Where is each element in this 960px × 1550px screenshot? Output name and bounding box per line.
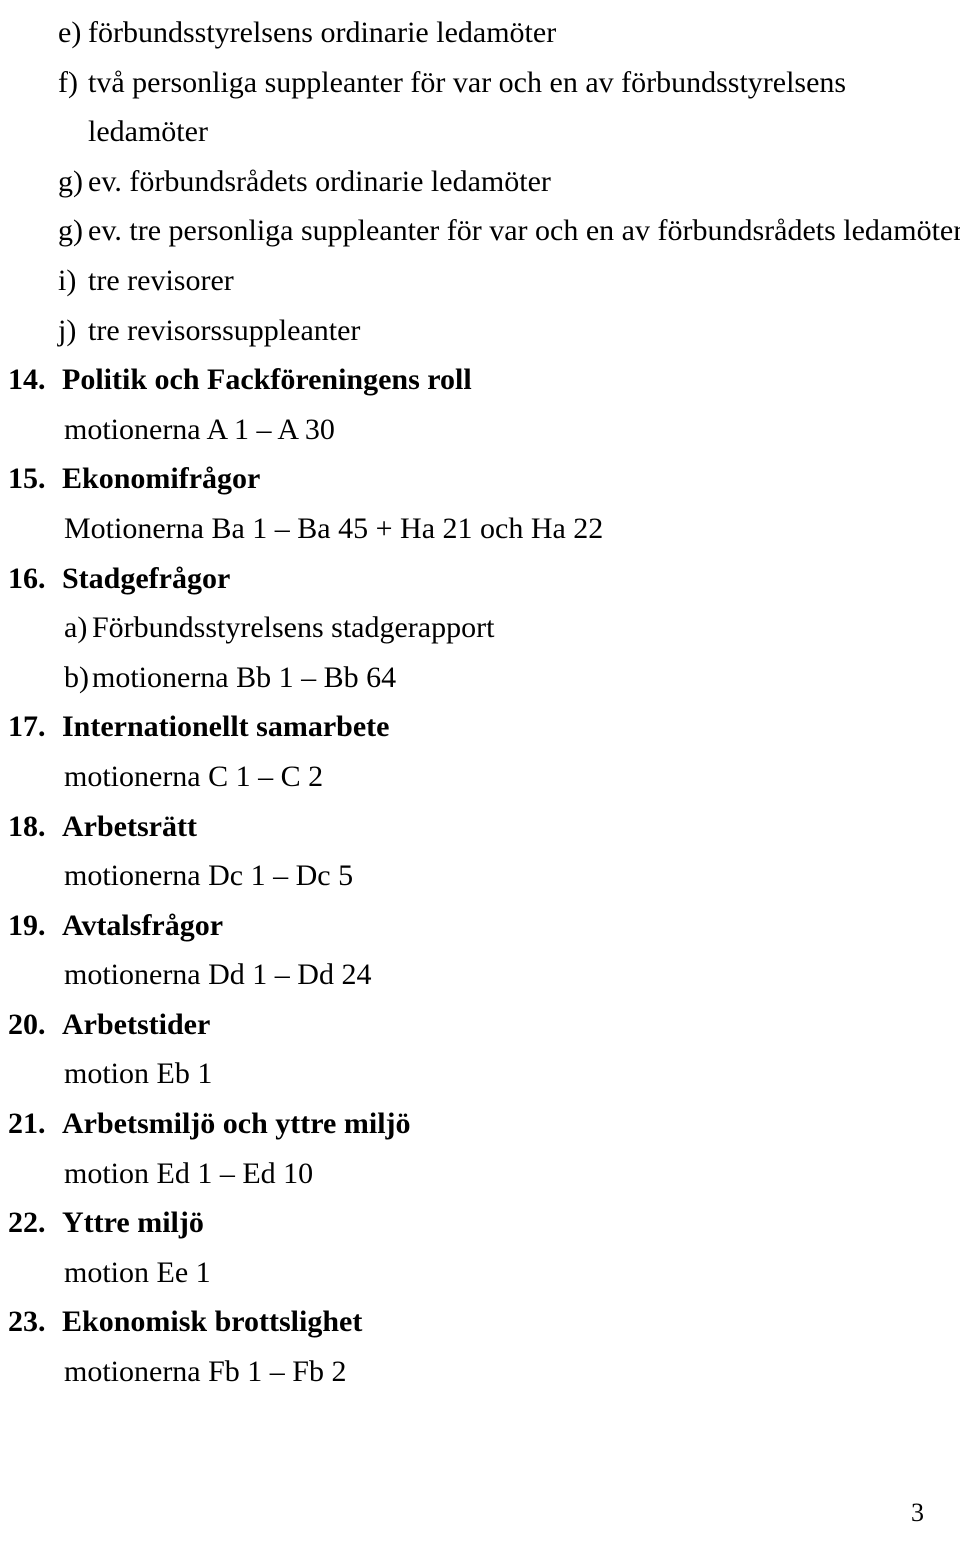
agenda-item-text: motionerna Dc 1 – Dc 5	[64, 859, 354, 893]
agenda-list: e) förbundsstyrelsens ordinarie ledamöter…	[0, 8, 960, 1397]
agenda-item-title: Arbetsmiljö och yttre miljö	[62, 1107, 411, 1141]
agenda-item-number: 18.	[8, 809, 46, 843]
agenda-sub-letter-item: a) Förbundsstyrelsens stadgerapport	[0, 603, 960, 653]
agenda-item-number: 17.	[8, 710, 46, 744]
agenda-detail-line: motion Ee 1	[0, 1248, 960, 1298]
agenda-numbered-heading: 23. Ekonomisk brottslighet	[0, 1297, 960, 1347]
agenda-item-number: 14.	[8, 363, 46, 397]
agenda-item-title: Yttre miljö	[62, 1206, 204, 1240]
agenda-item-title: Avtalsfrågor	[62, 908, 224, 942]
agenda-item-title: Ekonomisk brottslighet	[62, 1305, 363, 1339]
agenda-detail-line: motionerna C 1 – C 2	[0, 752, 960, 802]
agenda-item-letter: j)	[58, 313, 77, 347]
agenda-item-number: 19.	[8, 908, 46, 942]
agenda-letter-item: e) förbundsstyrelsens ordinarie ledamöter	[0, 8, 960, 58]
agenda-item-number: 16.	[8, 561, 46, 595]
agenda-item-title: Arbetstider	[62, 1007, 211, 1041]
agenda-item-text: ev. tre personliga suppleanter för var o…	[88, 214, 960, 248]
agenda-detail-line: motionerna A 1 – A 30	[0, 405, 960, 455]
agenda-item-letter: g)	[58, 214, 83, 248]
agenda-letter-item: j) tre revisorssuppleanter	[0, 306, 960, 356]
agenda-item-title: Stadgefrågor	[62, 561, 231, 595]
agenda-detail-line: motion Ed 1 – Ed 10	[0, 1149, 960, 1199]
agenda-item-text: motionerna A 1 – A 30	[64, 412, 335, 446]
agenda-item-title: Arbetsrätt	[62, 809, 197, 843]
agenda-item-title: Ekonomifrågor	[62, 462, 261, 496]
agenda-item-text: motion Ed 1 – Ed 10	[64, 1156, 314, 1190]
agenda-numbered-heading: 16. Stadgefrågor	[0, 554, 960, 604]
agenda-letter-item: f) två personliga suppleanter för var och…	[0, 58, 960, 108]
agenda-numbered-heading: 22. Yttre miljö	[0, 1198, 960, 1248]
agenda-item-text: tre revisorssuppleanter	[88, 313, 361, 347]
agenda-item-letter: f)	[58, 65, 78, 99]
agenda-numbered-heading: 15. Ekonomifrågor	[0, 454, 960, 504]
agenda-item-text: motion Eb 1	[64, 1057, 213, 1091]
agenda-item-text: motionerna Bb 1 – Bb 64	[92, 660, 397, 694]
agenda-item-text: motionerna Dd 1 – Dd 24	[64, 958, 372, 992]
agenda-numbered-heading: 21. Arbetsmiljö och yttre miljö	[0, 1099, 960, 1149]
agenda-item-text: tre revisorer	[88, 263, 234, 297]
agenda-item-text: ev. förbundsrådets ordinarie ledamöter	[88, 164, 551, 198]
agenda-numbered-heading: 19. Avtalsfrågor	[0, 901, 960, 951]
agenda-item-text: Förbundsstyrelsens stadgerapport	[92, 611, 495, 645]
agenda-continuation-line: ledamöter	[0, 107, 960, 157]
agenda-item-number: 15.	[8, 462, 46, 496]
agenda-detail-line: motion Eb 1	[0, 1049, 960, 1099]
agenda-detail-line: motionerna Fb 1 – Fb 2	[0, 1347, 960, 1397]
agenda-letter-item: i) tre revisorer	[0, 256, 960, 306]
agenda-item-letter: g)	[58, 164, 83, 198]
agenda-numbered-heading: 18. Arbetsrätt	[0, 802, 960, 852]
agenda-item-text: motionerna Fb 1 – Fb 2	[64, 1355, 347, 1389]
agenda-detail-line: motionerna Dc 1 – Dc 5	[0, 851, 960, 901]
agenda-item-letter: e)	[58, 16, 82, 49]
agenda-item-number: 22.	[8, 1206, 46, 1240]
agenda-detail-line: Motionerna Ba 1 – Ba 45 + Ha 21 och Ha 2…	[0, 504, 960, 554]
agenda-detail-line: motionerna Dd 1 – Dd 24	[0, 950, 960, 1000]
agenda-item-text: förbundsstyrelsens ordinarie ledamöter	[88, 16, 557, 49]
agenda-item-letter: a)	[64, 611, 88, 645]
agenda-item-number: 20.	[8, 1007, 46, 1041]
agenda-letter-item: g) ev. förbundsrådets ordinarie ledamöter	[0, 157, 960, 207]
agenda-item-title: Politik och Fackföreningens roll	[62, 363, 472, 397]
agenda-item-text: två personliga suppleanter för var och e…	[88, 65, 847, 99]
agenda-item-title: Internationellt samarbete	[62, 710, 390, 744]
agenda-item-letter: i)	[58, 263, 77, 297]
agenda-item-text: ledamöter	[88, 115, 208, 149]
agenda-item-text: motionerna C 1 – C 2	[64, 759, 324, 793]
agenda-numbered-heading: 14. Politik och Fackföreningens roll	[0, 355, 960, 405]
agenda-item-text: motion Ee 1	[64, 1255, 211, 1289]
document-page: e) förbundsstyrelsens ordinarie ledamöter…	[0, 0, 960, 1550]
agenda-sub-letter-item: b) motionerna Bb 1 – Bb 64	[0, 653, 960, 703]
agenda-item-number: 21.	[8, 1107, 46, 1141]
page-number: 3	[911, 1498, 924, 1527]
agenda-numbered-heading: 17. Internationellt samarbete	[0, 702, 960, 752]
agenda-letter-item: g) ev. tre personliga suppleanter för var…	[0, 206, 960, 256]
agenda-item-text: Motionerna Ba 1 – Ba 45 + Ha 21 och Ha 2…	[64, 511, 604, 545]
agenda-item-number: 23.	[8, 1305, 46, 1339]
agenda-item-letter: b)	[64, 660, 89, 694]
agenda-numbered-heading: 20. Arbetstider	[0, 1000, 960, 1050]
